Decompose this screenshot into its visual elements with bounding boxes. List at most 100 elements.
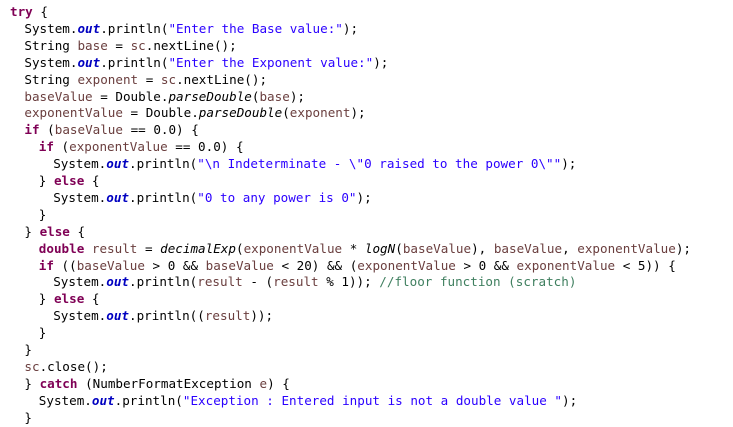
code-line[interactable]: System.out.println("Enter the Exponent v… (24, 54, 388, 72)
code-text-token: )); (250, 308, 274, 324)
code-text-token: = (107, 37, 131, 53)
code-line[interactable]: } else { (39, 290, 100, 308)
code-text-token: ) { (267, 375, 290, 391)
string-literal-token: "\n Indeterminate - \"0 raised to the po… (197, 156, 562, 172)
code-line[interactable]: double result = decimalExp(exponentValue… (39, 240, 691, 258)
variable-token: baseValue (76, 257, 145, 273)
code-text-token: .nextLine(); (145, 37, 237, 53)
code-line[interactable]: sc.close(); (24, 358, 107, 376)
code-text-token: = (138, 71, 161, 87)
code-line[interactable]: System.out.println("Enter the Base value… (24, 20, 358, 38)
variable-token: exponentValue (243, 240, 343, 256)
string-literal-token: "0 to any power is 0" (197, 189, 357, 205)
code-text-token: System. (53, 308, 107, 324)
variable-token: exponentValue (69, 139, 168, 155)
code-text-token: String (24, 71, 78, 87)
code-text-token: { (32, 4, 48, 19)
code-text-token: } (24, 375, 40, 391)
code-line[interactable]: } else { (39, 172, 100, 190)
keyword-token: if (38, 139, 54, 155)
code-text-token: .close(); (39, 358, 108, 374)
code-line[interactable]: System.out.println("\n Indeterminate - \… (53, 155, 576, 173)
code-line[interactable]: } (39, 206, 47, 224)
code-text-token: System. (53, 156, 107, 172)
field-ref-token: out (91, 392, 115, 408)
code-text-token: ), (471, 240, 494, 256)
code-line[interactable]: } (24, 341, 32, 359)
code-text-token: { (84, 291, 100, 307)
field-ref-token: out (77, 20, 101, 36)
variable-token: result (91, 240, 138, 256)
code-line[interactable]: } catch (NumberFormatException e) { (24, 375, 289, 393)
keyword-token: catch (39, 375, 78, 391)
field-ref-token: out (106, 274, 130, 290)
keyword-token: if (38, 257, 54, 273)
variable-token: sc (130, 37, 146, 53)
code-text-token: { (69, 223, 86, 239)
code-editor[interactable]: try {System.out.println("Enter the Base … (0, 0, 733, 425)
code-line[interactable]: try { (10, 3, 48, 21)
variable-token: sc (24, 358, 40, 374)
code-text-token: = Double. (92, 88, 169, 104)
code-text-token: } (38, 291, 54, 307)
code-text-token: ( (395, 240, 403, 256)
code-line[interactable]: String base = sc.nextLine(); (24, 37, 236, 55)
code-text-token: } (38, 325, 47, 341)
code-line[interactable]: if (baseValue == 0.0) { (24, 121, 198, 139)
keyword-token: else (53, 173, 85, 188)
code-text-token: > 0 && (455, 257, 517, 273)
code-text-token: ( (282, 105, 290, 121)
code-text-token: } (38, 173, 54, 188)
code-text-token: ( (39, 122, 55, 138)
code-line[interactable]: System.out.println(result - (result % 1)… (53, 273, 576, 291)
field-ref-token: out (106, 308, 130, 324)
code-text-token: > 0 && (144, 257, 206, 273)
code-line[interactable]: } else { (24, 223, 85, 241)
code-line[interactable]: if (exponentValue == 0.0) { (39, 138, 244, 156)
keyword-token: else (53, 291, 85, 307)
code-line[interactable]: } (24, 409, 32, 427)
code-text-token: ( (235, 240, 244, 256)
code-line[interactable]: baseValue = Double.parseDouble(base); (24, 88, 305, 106)
code-text-token: } (24, 342, 32, 357)
variable-token: exponentValue (24, 105, 123, 121)
code-text-token: ( (53, 139, 70, 155)
code-text-token: System. (38, 392, 92, 408)
variable-token: baseValue (205, 257, 274, 273)
variable-token: baseValue (402, 240, 472, 256)
code-line[interactable]: if ((baseValue > 0 && baseValue < 20) &&… (39, 257, 676, 275)
code-line[interactable]: System.out.println((result)); (53, 307, 273, 325)
code-line[interactable]: System.out.println("0 to any power is 0"… (53, 189, 371, 207)
variable-token: base (259, 88, 290, 104)
code-text-token: .println( (114, 392, 183, 408)
variable-token: base (77, 37, 108, 53)
code-line[interactable]: String exponent = sc.nextLine(); (24, 71, 267, 89)
code-text-token: } (38, 206, 47, 222)
variable-token: sc (160, 71, 177, 87)
code-line[interactable]: exponentValue = Double.parseDouble(expon… (24, 104, 365, 122)
code-line[interactable]: } (39, 324, 47, 342)
field-ref-token: out (106, 156, 130, 172)
variable-token: baseValue (24, 88, 93, 104)
code-text-token: .println( (100, 20, 169, 36)
static-method-token: parseDouble (198, 105, 283, 121)
code-text-token: - ( (242, 274, 274, 290)
code-line[interactable]: System.out.println("Exception : Entered … (39, 392, 577, 410)
code-text-token: (NumberFormatException (77, 375, 260, 391)
code-text-token: ); (350, 105, 366, 121)
code-text-token: } (24, 223, 40, 239)
code-text-token: , (562, 240, 578, 256)
keyword-token: try (10, 4, 33, 19)
field-ref-token: out (77, 54, 101, 70)
variable-token: result (197, 274, 243, 290)
variable-token: result (204, 308, 251, 324)
variable-token: exponent (77, 71, 139, 87)
variable-token: result (273, 274, 319, 290)
comment-token: //floor function (scratch) (379, 274, 577, 290)
code-text-token: .println( (100, 54, 169, 70)
keyword-token: else (39, 223, 70, 239)
code-text-token: < 5)) { (615, 257, 676, 273)
variable-token: exponentValue (516, 257, 616, 273)
static-method-token: logN (364, 240, 396, 256)
code-text-token: ); (342, 20, 359, 36)
